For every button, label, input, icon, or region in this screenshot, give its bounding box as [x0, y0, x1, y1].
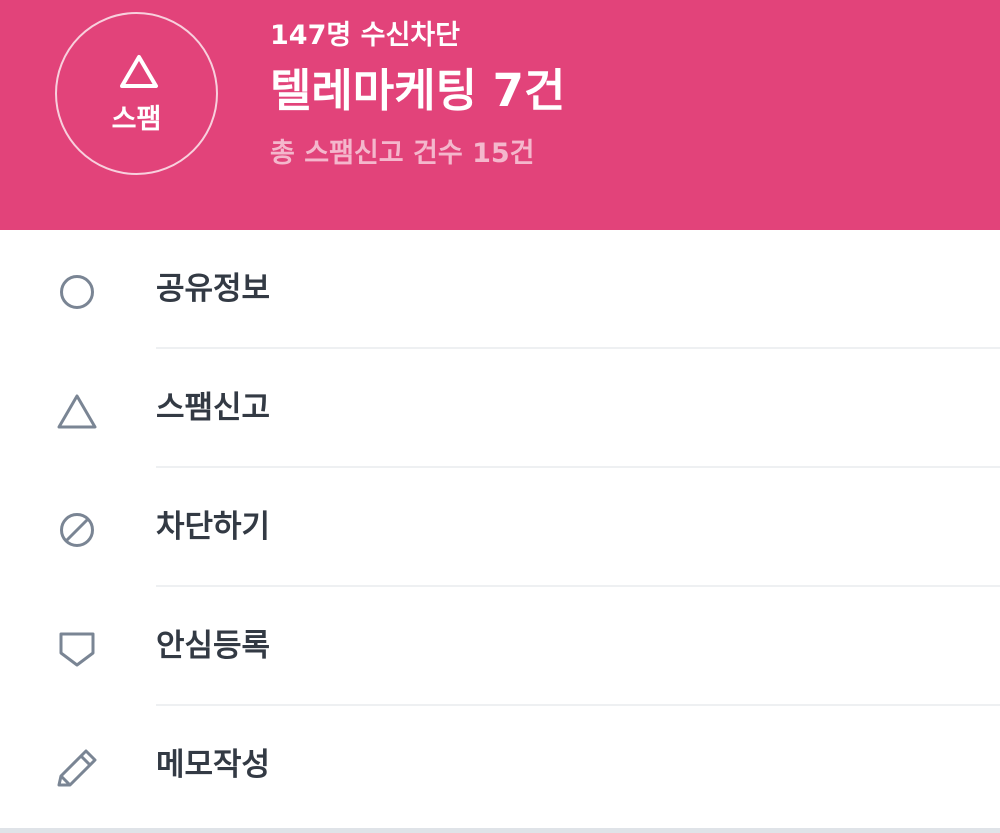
menu-item-label: 메모작성 [156, 747, 271, 783]
spam-header: 스팸 147명 수신차단 텔레마케팅 7건 총 스팸신고 건수 15건 [0, 0, 1000, 230]
menu-item-write-memo[interactable]: 메모작성 [0, 706, 1000, 825]
menu-item-safe-register[interactable]: 안심등록 [0, 587, 1000, 706]
shield-icon [59, 632, 95, 667]
action-menu: 공유정보 스팸신고 차단하기 안심등록 메모작성 [0, 230, 1000, 825]
menu-item-label: 스팸신고 [156, 390, 271, 426]
block-icon [60, 513, 94, 547]
pencil-icon [57, 749, 97, 787]
bottom-divider [0, 828, 1000, 833]
warning-triangle-icon [120, 55, 158, 88]
menu-item-label: 차단하기 [156, 509, 271, 545]
menu-item-block[interactable]: 차단하기 [0, 468, 1000, 587]
spam-info-panel: 스팸 147명 수신차단 텔레마케팅 7건 총 스팸신고 건수 15건 공유정보… [0, 0, 1000, 833]
blocked-count: 147명 수신차단 [270, 20, 460, 51]
spam-badge-label: 스팸 [111, 104, 162, 135]
category-title: 텔레마케팅 7건 [270, 64, 566, 117]
menu-item-label: 공유정보 [156, 271, 271, 307]
total-report-count: 총 스팸신고 건수 15건 [270, 138, 535, 169]
triangle-icon [57, 394, 97, 429]
menu-item-share-info[interactable]: 공유정보 [0, 230, 1000, 349]
menu-item-spam-report[interactable]: 스팸신고 [0, 349, 1000, 468]
circle-icon [60, 275, 94, 309]
spam-badge: 스팸 [55, 12, 218, 175]
menu-item-label: 안심등록 [156, 628, 271, 664]
